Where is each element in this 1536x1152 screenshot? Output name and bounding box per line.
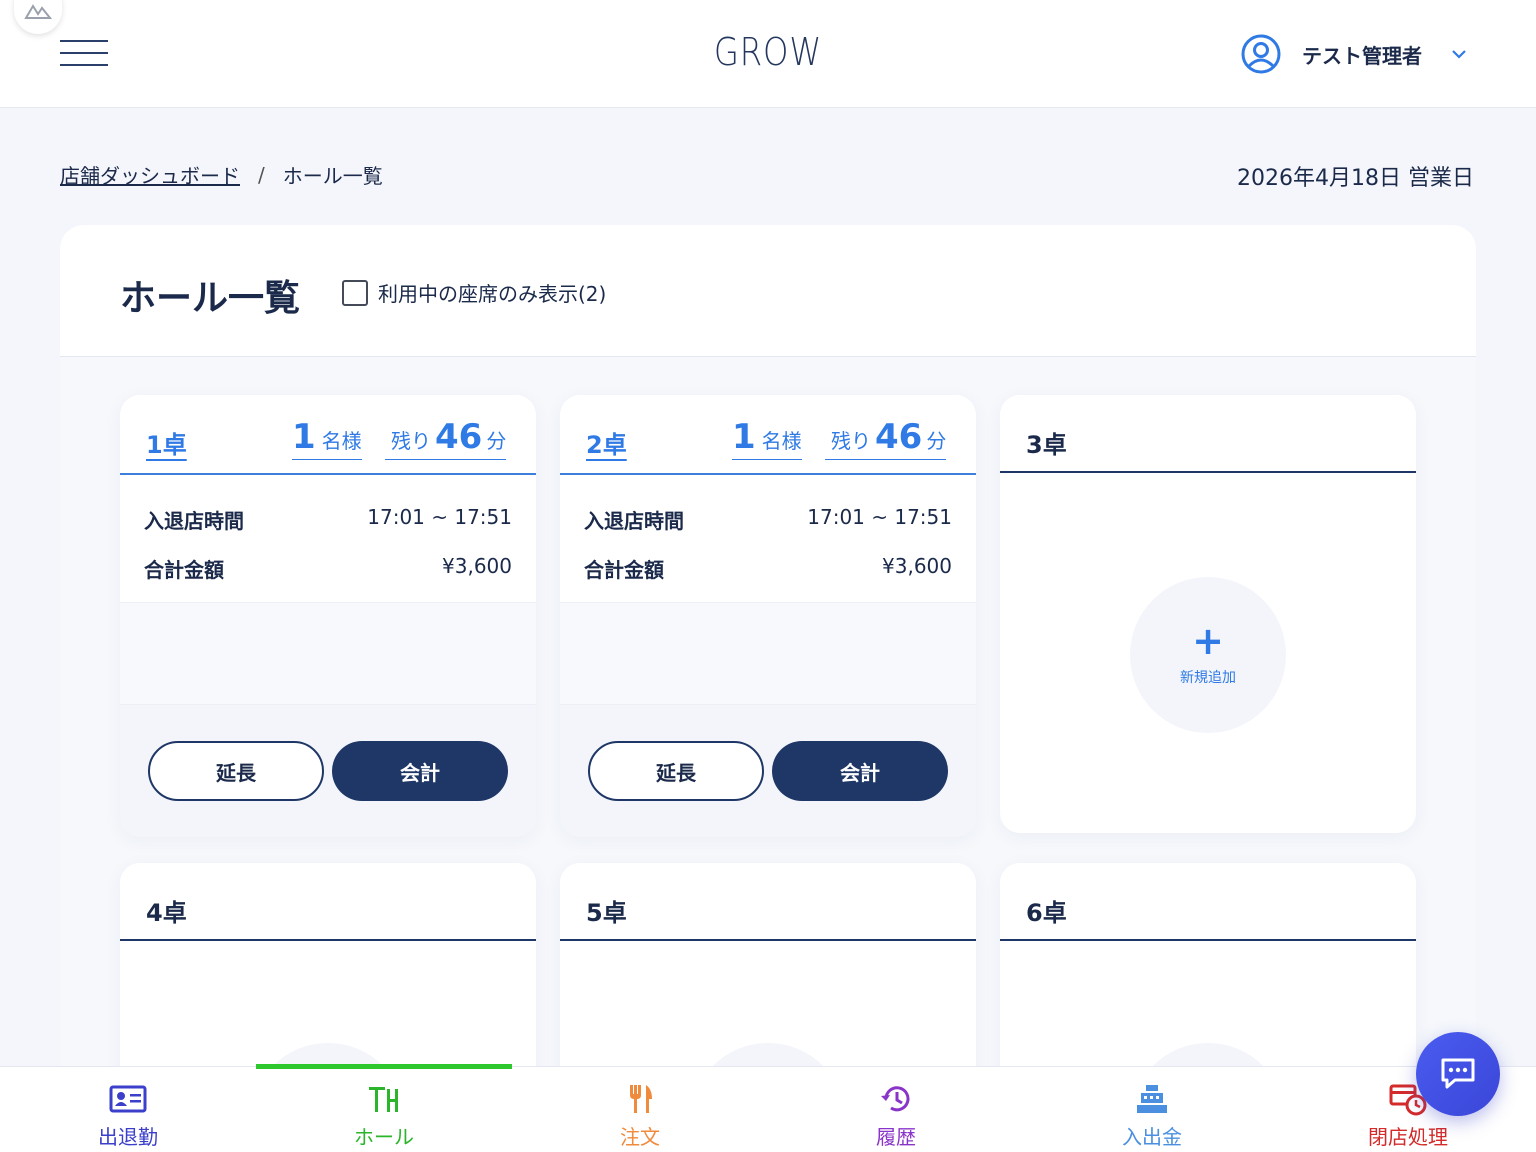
checkout-button[interactable]: 会計 [772, 741, 948, 801]
chat-button[interactable] [1416, 1032, 1500, 1116]
nav-hall[interactable]: ホール [256, 1064, 512, 1152]
table-icon [364, 1081, 404, 1117]
id-card-icon [108, 1081, 148, 1117]
nav-label: 出退勤 [98, 1125, 158, 1149]
app-logo [14, 0, 62, 34]
remaining-time[interactable]: 残り 46 分 [385, 417, 507, 460]
brand-title: GROW [713, 30, 823, 74]
guest-count[interactable]: 1 名様 [732, 417, 802, 460]
nav-label: 閉店処理 [1368, 1125, 1448, 1149]
breadcrumb-link-dashboard[interactable]: 店舗ダッシュボード [60, 160, 240, 189]
checkout-button[interactable]: 会計 [332, 741, 508, 801]
table-info: 入退店時間 17:01 ~ 17:51 合計金額 ¥3,600 [560, 475, 976, 603]
add-new-button[interactable]: + 新規追加 [1130, 577, 1286, 733]
nav-label: 履歴 [876, 1125, 916, 1149]
table-card-header: 4卓 [120, 863, 536, 941]
total-value: ¥3,600 [442, 554, 512, 578]
card-spacer [560, 603, 976, 705]
breadcrumb-current: ホール一覧 [282, 164, 383, 188]
bottom-navigation: 出退勤 ホール 注文 履歴 入出金 閉店処理 [0, 1064, 1536, 1152]
table-card-1: 1卓 1 名様 残り 46 分 入退店時間 17:01 ~ 17:51 合計金額 ¥3,6… [120, 395, 536, 837]
plus-icon: + [1192, 619, 1224, 663]
table-card-header: 2卓 1 名様 残り 46 分 [560, 395, 976, 475]
guest-count[interactable]: 1 名様 [292, 417, 362, 460]
nav-label: 入出金 [1122, 1125, 1182, 1149]
table-card-header: 3卓 [1000, 395, 1416, 473]
total-label: 合計金額 [144, 558, 224, 582]
nav-label: 注文 [620, 1125, 660, 1149]
add-new-label: 新規追加 [1180, 670, 1236, 686]
table-card-2: 2卓 1 名様 残り 46 分 入退店時間 17:01 ~ 17:51 合計金額 ¥3,6… [560, 395, 976, 837]
card-spacer [120, 603, 536, 705]
card-actions: 延長 会計 [120, 705, 536, 837]
hamburger-menu-icon[interactable] [60, 40, 108, 68]
remaining-time[interactable]: 残り 46 分 [825, 417, 947, 460]
user-name: テスト管理者 [1302, 43, 1422, 68]
total-value: ¥3,600 [882, 554, 952, 578]
panel-header: ホール一覧 利用中の座席のみ表示(2) [60, 225, 1476, 357]
nav-history[interactable]: 履歴 [768, 1067, 1024, 1152]
card-actions: 延長 会計 [560, 705, 976, 837]
page-title: ホール一覧 [120, 278, 301, 319]
cash-register-icon [1132, 1081, 1172, 1117]
table-name[interactable]: 2卓 [586, 425, 627, 460]
user-menu[interactable]: テスト管理者 [1240, 33, 1468, 75]
table-name: 5卓 [586, 899, 627, 927]
time-value: 17:01 ~ 17:51 [807, 505, 952, 529]
time-label: 入退店時間 [584, 509, 684, 533]
occupied-only-checkbox[interactable] [342, 279, 368, 306]
chevron-down-icon [1452, 50, 1466, 59]
extend-button[interactable]: 延長 [588, 741, 764, 801]
history-icon [876, 1081, 916, 1117]
breadcrumb-separator: / [258, 162, 265, 187]
table-card-header: 6卓 [1000, 863, 1416, 941]
extend-button[interactable]: 延長 [148, 741, 324, 801]
chat-icon [1441, 1058, 1475, 1089]
nav-order[interactable]: 注文 [512, 1067, 768, 1152]
fork-knife-icon [620, 1081, 660, 1117]
table-name: 6卓 [1026, 899, 1067, 927]
table-info: 入退店時間 17:01 ~ 17:51 合計金額 ¥3,600 [120, 475, 536, 603]
nav-cash[interactable]: 入出金 [1024, 1067, 1280, 1152]
nav-attendance[interactable]: 出退勤 [0, 1067, 256, 1152]
time-value: 17:01 ~ 17:51 [367, 505, 512, 529]
table-name: 3卓 [1026, 431, 1067, 459]
breadcrumb: 店舗ダッシュボード / ホール一覧 [60, 160, 383, 189]
table-card-header: 1卓 1 名様 残り 46 分 [120, 395, 536, 475]
occupied-only-filter[interactable]: 利用中の座席のみ表示(2) [342, 278, 606, 307]
table-name[interactable]: 1卓 [146, 425, 187, 460]
business-date: 2026年4月18日 営業日 [1237, 166, 1474, 191]
table-name: 4卓 [146, 899, 187, 927]
total-label: 合計金額 [584, 558, 664, 582]
user-avatar-icon [1241, 34, 1281, 74]
nav-label: ホール [354, 1125, 414, 1149]
time-label: 入退店時間 [144, 509, 244, 533]
filter-label: 利用中の座席のみ表示(2) [378, 282, 607, 306]
table-card-header: 5卓 [560, 863, 976, 941]
table-card-3: 3卓 + 新規追加 [1000, 395, 1416, 833]
top-header: GROW テスト管理者 [0, 0, 1536, 108]
hall-panel: ホール一覧 利用中の座席のみ表示(2) 1卓 1 名様 残り 46 分 入退店時間 17… [60, 225, 1476, 1125]
